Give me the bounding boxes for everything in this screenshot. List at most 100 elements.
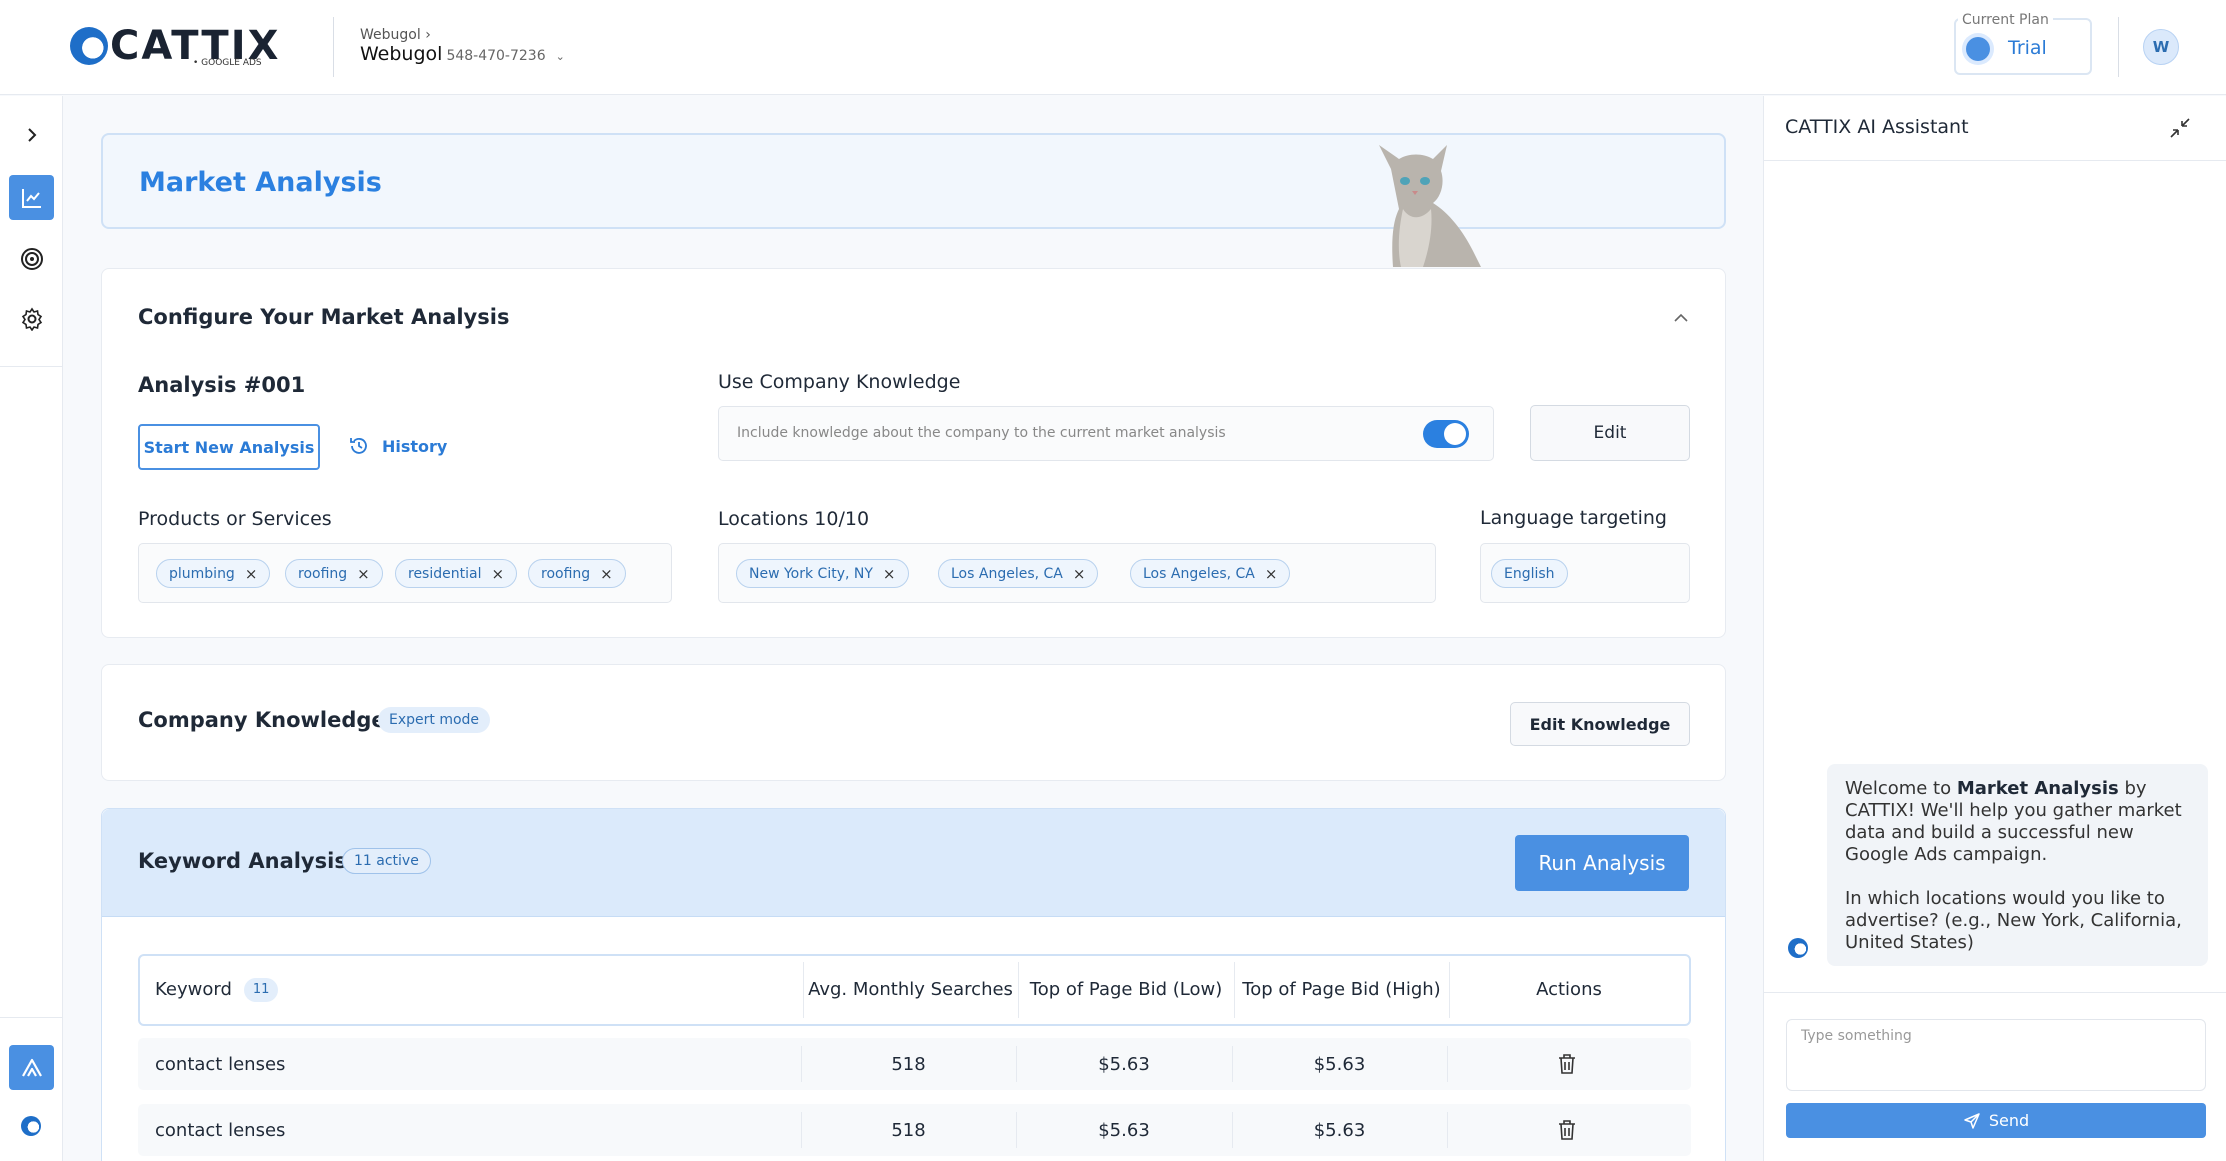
sidebar — [0, 96, 63, 1161]
close-icon[interactable]: × — [357, 565, 370, 583]
close-icon[interactable]: × — [600, 565, 613, 583]
chip-label: roofing — [541, 565, 591, 582]
history-button[interactable]: History — [348, 435, 447, 457]
main-content: Market Analysis Configure Your Market An… — [63, 96, 1763, 1161]
chat-input[interactable] — [1787, 1020, 2205, 1052]
edit-knowledge-button[interactable]: Edit Knowledge — [1510, 702, 1690, 746]
language-chip[interactable]: English — [1491, 559, 1568, 588]
products-label: Products or Services — [138, 508, 332, 530]
account-breadcrumb[interactable]: Webugol › — [360, 27, 431, 43]
sidebar-item-settings[interactable] — [9, 296, 54, 341]
chip-label: plumbing — [169, 565, 235, 582]
bid-low-cell: $5.63 — [1098, 1119, 1150, 1141]
collapse-icon[interactable] — [2168, 116, 2192, 140]
chip-label: Los Angeles, CA — [1143, 565, 1255, 582]
delete-button[interactable] — [1447, 1038, 1687, 1090]
chevron-down-icon: ⌄ — [555, 50, 565, 63]
searches-cell: 518 — [891, 1053, 926, 1075]
company-knowledge-toggle-box: Include knowledge about the company to t… — [718, 406, 1494, 461]
brand-subtitle: • GOOGLE ADS — [193, 58, 262, 68]
cat-illustration — [1379, 145, 1481, 267]
analysis-id: Analysis #001 — [138, 373, 306, 397]
edit-button[interactable]: Edit — [1530, 405, 1690, 461]
table-row[interactable]: contact lenses 518 $5.63 $5.63 — [138, 1104, 1691, 1156]
close-icon[interactable]: × — [1073, 565, 1086, 583]
account-selector[interactable]: Webugol 548-470-7236 ⌄ — [360, 43, 565, 65]
keyword-cell: contact lenses — [155, 1119, 286, 1141]
location-chip[interactable]: Los Angeles, CA × — [1130, 559, 1291, 588]
assistant-divider — [1764, 992, 2226, 993]
divider — [333, 17, 334, 77]
start-new-analysis-button[interactable]: Start New Analysis — [138, 424, 320, 470]
chip-label: roofing — [298, 565, 348, 582]
assistant-avatar-icon — [1788, 938, 1808, 958]
location-chip[interactable]: Los Angeles, CA × — [938, 559, 1099, 588]
top-bar: CATTIX • GOOGLE ADS Webugol › Webugol 548… — [0, 0, 2226, 95]
target-icon — [20, 247, 43, 270]
user-avatar[interactable]: W — [2143, 29, 2179, 65]
sidebar-item-targets[interactable] — [9, 236, 54, 281]
analytics-icon — [21, 188, 41, 208]
cattix-logo-icon — [70, 27, 108, 65]
use-company-knowledge-label: Use Company Knowledge — [718, 371, 961, 393]
account-id: 548-470-7236 — [446, 48, 546, 64]
sidebar-divider — [0, 366, 63, 367]
column-header-keyword[interactable]: Keyword 11 — [155, 956, 279, 1024]
language-label: Language targeting — [1480, 507, 1667, 529]
product-chip[interactable]: plumbing × — [156, 559, 271, 588]
run-analysis-button[interactable]: Run Analysis — [1515, 835, 1689, 891]
products-input[interactable]: plumbing × roofing × residential × roofing × — [138, 543, 672, 603]
close-icon[interactable]: × — [245, 565, 258, 583]
column-header-searches[interactable]: Avg. Monthly Searches — [803, 956, 1018, 1024]
chat-input-box[interactable] — [1786, 1019, 2206, 1091]
sidebar-item-market-analysis[interactable] — [9, 175, 54, 220]
sidebar-divider — [0, 1017, 63, 1018]
current-plan-value: Trial — [2008, 37, 2047, 59]
send-icon — [1964, 1112, 1980, 1129]
cattix-logo[interactable]: CATTIX • GOOGLE ADS — [70, 22, 280, 70]
message-text: Welcome to — [1845, 778, 1957, 799]
delete-button[interactable] — [1447, 1104, 1687, 1156]
bid-low-cell: $5.63 — [1098, 1053, 1150, 1075]
column-header-bid-high[interactable]: Top of Page Bid (High) — [1234, 956, 1449, 1024]
product-chip[interactable]: residential × — [395, 559, 518, 588]
company-knowledge-card: Company Knowledge Expert mode Edit Knowl… — [101, 664, 1726, 781]
send-button[interactable]: Send — [1786, 1103, 2206, 1138]
ai-assistant-panel: CATTIX AI Assistant Welcome to Market An… — [1763, 96, 2226, 1161]
account-name: Webugol — [360, 43, 443, 65]
sidebar-app-button[interactable] — [9, 1045, 54, 1090]
divider — [2118, 17, 2119, 77]
bid-high-cell: $5.63 — [1313, 1053, 1366, 1075]
trash-icon — [1559, 1054, 1575, 1074]
history-icon — [350, 438, 367, 454]
company-knowledge-toggle[interactable] — [1423, 420, 1469, 448]
keyword-analysis-card: Keyword Analysis 11 active Run Analysis … — [101, 808, 1726, 1161]
language-input[interactable]: English — [1480, 543, 1690, 603]
bid-high-cell: $5.63 — [1313, 1119, 1366, 1141]
keyword-table-header: Keyword 11 Avg. Monthly Searches Top of … — [138, 954, 1691, 1026]
plan-status-icon — [1966, 37, 1990, 61]
close-icon[interactable]: × — [883, 565, 896, 583]
app-logo-icon — [21, 1058, 42, 1077]
column-label: Keyword — [155, 979, 232, 1000]
assistant-divider — [1764, 160, 2226, 161]
send-label: Send — [1988, 1111, 2030, 1130]
close-icon[interactable]: × — [491, 565, 504, 583]
history-label: History — [382, 436, 448, 456]
configure-analysis-card: Configure Your Market Analysis Analysis … — [101, 268, 1726, 638]
keyword-analysis-title: Keyword Analysis — [138, 849, 347, 873]
product-chip[interactable]: roofing × — [285, 559, 383, 588]
location-chip[interactable]: New York City, NY × — [736, 559, 909, 588]
cattix-icon[interactable] — [21, 1116, 41, 1136]
column-header-bid-low[interactable]: Top of Page Bid (Low) — [1018, 956, 1234, 1024]
close-icon[interactable]: × — [1265, 565, 1278, 583]
keyword-analysis-header: Keyword Analysis 11 active Run Analysis — [102, 809, 1725, 917]
locations-input[interactable]: New York City, NY × Los Angeles, CA × Los … — [718, 543, 1436, 603]
table-row[interactable]: contact lenses 518 $5.63 $5.63 — [138, 1038, 1691, 1090]
knowledge-hint: Include knowledge about the company to t… — [737, 425, 1226, 441]
product-chip[interactable]: roofing × — [528, 559, 626, 588]
keyword-cell: contact lenses — [155, 1053, 286, 1075]
expand-sidebar-button[interactable] — [9, 112, 54, 157]
chip-label: New York City, NY — [749, 565, 873, 582]
chevron-up-icon[interactable] — [1673, 312, 1689, 324]
